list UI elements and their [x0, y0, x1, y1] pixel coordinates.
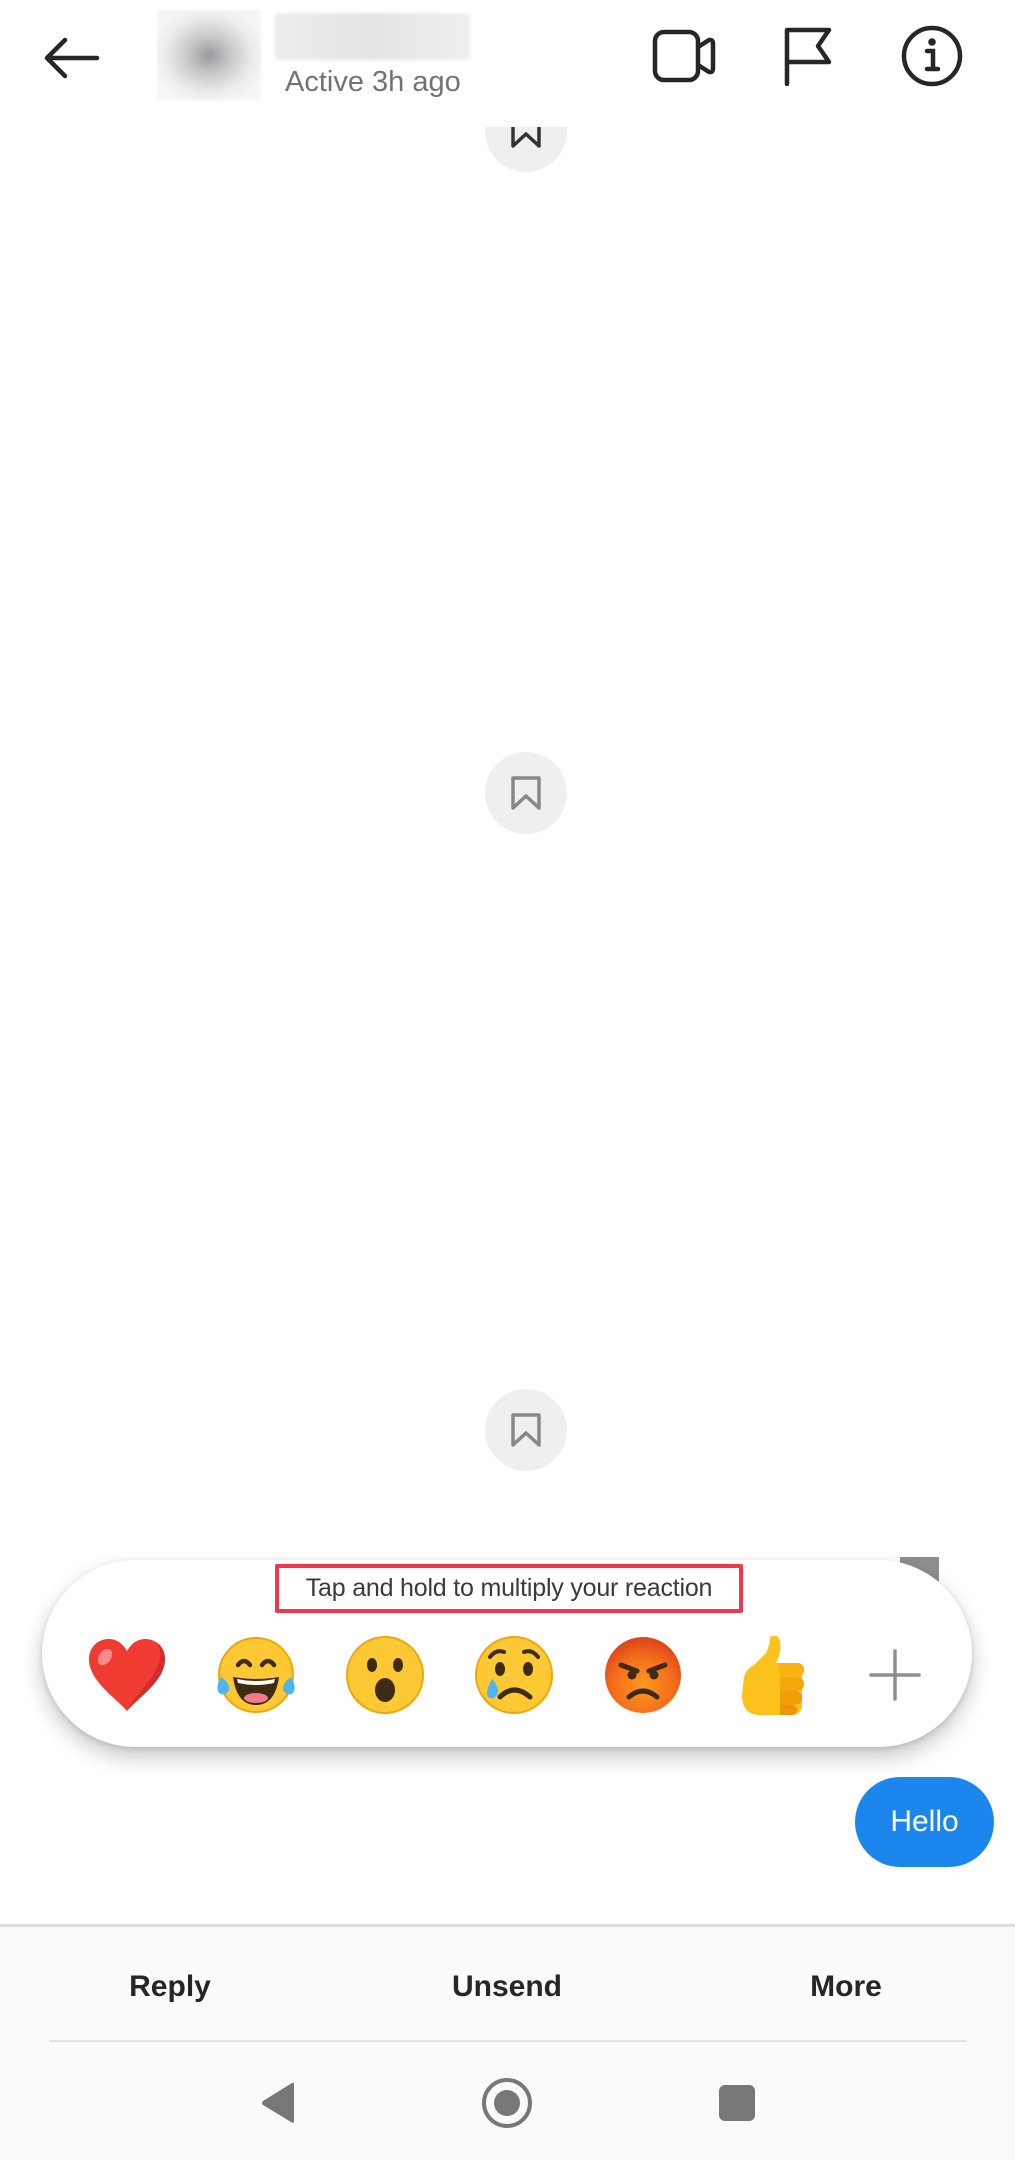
report-button[interactable]	[773, 21, 843, 91]
system-home-button[interactable]	[477, 2077, 537, 2129]
nav-back-icon	[262, 2082, 294, 2123]
heart-icon	[89, 1639, 165, 1711]
back-button[interactable]	[38, 28, 104, 88]
surprised-face-icon	[346, 1636, 424, 1714]
crying-face-icon	[475, 1636, 553, 1714]
reaction-heart[interactable]	[77, 1630, 177, 1720]
nav-recents-icon	[719, 2085, 755, 2121]
more-reactions-button[interactable]	[845, 1630, 945, 1720]
contact-name-redacted[interactable]	[275, 13, 470, 60]
system-back-button[interactable]	[248, 2077, 308, 2129]
plus-icon	[869, 1649, 921, 1701]
system-recents-button[interactable]	[707, 2077, 767, 2129]
bookmark-icon	[511, 1413, 541, 1447]
nav-home-icon	[482, 2078, 532, 2128]
more-button[interactable]: More	[746, 1957, 946, 2017]
avatar[interactable]	[157, 10, 261, 100]
unsend-button[interactable]: Unsend	[407, 1957, 607, 2017]
sent-message-bubble[interactable]: Hello	[855, 1777, 994, 1867]
media-message[interactable]	[0, 335, 424, 994]
message-actions-bar: Reply Unsend More	[0, 1924, 1015, 2160]
reaction-laughing-tears[interactable]	[206, 1630, 306, 1720]
info-icon	[901, 25, 963, 87]
chat-header: Active 3h ago	[0, 0, 1015, 127]
active-status: Active 3h ago	[285, 66, 461, 98]
angry-face-icon	[605, 1637, 681, 1713]
divider	[49, 2040, 966, 2042]
reaction-surprised[interactable]	[335, 1630, 435, 1720]
reaction-angry[interactable]	[593, 1630, 693, 1720]
reaction-hint-highlight: Tap and hold to multiply your reaction	[275, 1564, 743, 1613]
laughing-tears-icon	[217, 1637, 295, 1713]
flag-icon	[784, 27, 832, 86]
reaction-hint-text: Tap and hold to multiply your reaction	[305, 1574, 713, 1602]
info-button[interactable]	[897, 21, 967, 91]
thumbs-up-icon	[742, 1635, 805, 1715]
reaction-crying[interactable]	[464, 1630, 564, 1720]
bookmark-icon	[511, 776, 541, 810]
video-call-button[interactable]	[649, 21, 719, 91]
video-camera-icon	[652, 29, 716, 83]
arrow-left-icon	[44, 37, 100, 79]
save-media-button[interactable]	[485, 1389, 567, 1471]
reply-button[interactable]: Reply	[70, 1957, 270, 2017]
reaction-thumbs-up[interactable]	[722, 1630, 822, 1720]
save-media-button[interactable]	[485, 752, 567, 834]
media-message[interactable]	[0, 994, 424, 1399]
reaction-picker: Tap and hold to multiply your reaction	[42, 1560, 972, 1747]
